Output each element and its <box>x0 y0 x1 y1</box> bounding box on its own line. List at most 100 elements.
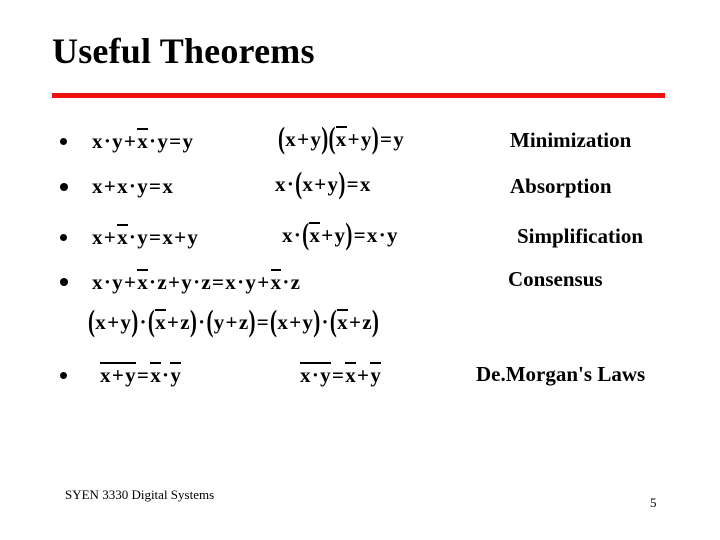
glyph-z: z <box>157 270 167 294</box>
glyph-equals: = <box>256 310 270 334</box>
equation-absorption-sop: x+x·y=x <box>92 174 173 199</box>
glyph-x: x <box>117 174 128 198</box>
glyph-z: z <box>238 310 249 334</box>
glyph-y: y <box>334 223 346 247</box>
bullet-icon <box>60 234 67 241</box>
glyph-x: x <box>100 363 111 387</box>
glyph-rparen: ) <box>321 120 329 156</box>
glyph-plus: + <box>289 310 302 334</box>
glyph-lparen: ( <box>270 303 278 339</box>
glyph-plus: + <box>166 310 180 334</box>
glyph-x-not: x <box>137 128 149 153</box>
slide-canvas: Useful Theorems x·y+x·y=y (x+y)(x+y)=y M… <box>0 0 720 540</box>
glyph-dot: · <box>139 310 147 334</box>
glyph-rparen: ) <box>131 303 139 339</box>
glyph-equals: = <box>380 127 393 151</box>
glyph-rparen: ) <box>371 120 379 156</box>
theorem-label-minimization: Minimization <box>510 128 632 152</box>
glyph-rparen: ) <box>248 303 256 339</box>
glyph-plus: + <box>111 363 125 387</box>
glyph-y: y <box>137 174 149 198</box>
glyph-y: y <box>137 225 149 249</box>
theorem-row-consensus: x·y+x·z+y·z=x·y+x·z Consensus (x+y)·(x+z… <box>0 261 720 351</box>
equation-absorption-pos: x·(x+y)=x <box>275 166 371 201</box>
glyph-x-not: x <box>345 362 357 387</box>
theorem-list: x·y+x·y=y (x+y)(x+y)=y Minimization x+x·… <box>0 112 720 402</box>
equation-demorgan-sop: x+y=x·y <box>100 362 181 388</box>
glyph-plus: + <box>123 129 137 153</box>
glyph-x-not: x <box>337 309 348 334</box>
glyph-x: x <box>162 225 174 249</box>
glyph-x-not: x <box>270 269 282 294</box>
glyph-equals: = <box>136 363 150 387</box>
glyph-plus: + <box>167 270 181 294</box>
glyph-y: y <box>360 127 372 151</box>
glyph-y-not: y <box>370 362 382 387</box>
bullet-icon <box>60 183 68 191</box>
glyph-dot: · <box>103 129 112 153</box>
glyph-y: y <box>245 270 257 294</box>
glyph-plus: + <box>257 270 270 294</box>
bullet-icon <box>60 278 68 286</box>
theorem-row-demorgan: x+y=x·y x·y=x+y De.Morgan's Laws <box>0 352 720 396</box>
glyph-z: z <box>290 270 301 294</box>
glyph-plus: + <box>107 310 120 334</box>
glyph-plus: + <box>103 225 117 249</box>
glyph-lparen: ( <box>206 303 214 339</box>
glyph-lparen: ( <box>329 303 338 339</box>
glyph-x: x <box>366 223 378 247</box>
glyph-dot: · <box>237 270 245 294</box>
glyph-x: x <box>282 223 293 247</box>
glyph-equals: = <box>353 223 366 247</box>
glyph-y: y <box>320 363 331 387</box>
glyph-lparen: ( <box>302 216 310 252</box>
glyph-x-not: x <box>309 222 321 247</box>
glyph-equals: = <box>331 363 345 387</box>
group-x-plus-y-not: x+y <box>100 362 136 388</box>
glyph-plus: + <box>348 310 362 334</box>
glyph-plus: + <box>347 127 360 151</box>
glyph-plus: + <box>123 270 137 294</box>
glyph-plus: + <box>297 127 310 151</box>
theorem-label-consensus: Consensus <box>508 267 603 291</box>
glyph-equals: = <box>149 174 162 198</box>
glyph-rparen: ) <box>338 165 346 201</box>
glyph-x: x <box>359 172 371 196</box>
glyph-dot: · <box>293 223 302 247</box>
glyph-y: y <box>112 270 123 294</box>
glyph-y: y <box>393 127 405 151</box>
glyph-x: x <box>277 310 289 334</box>
glyph-y: y <box>157 129 169 153</box>
bullet-icon <box>60 372 67 379</box>
glyph-equals: = <box>169 129 182 153</box>
equation-simplification-sop: x+x·y=x+y <box>92 224 198 250</box>
theorem-label-simplification: Simplification <box>517 224 644 248</box>
glyph-equals: = <box>346 172 359 196</box>
glyph-x-not: x <box>117 224 128 249</box>
glyph-plus: + <box>321 223 334 247</box>
glyph-x: x <box>162 174 174 198</box>
glyph-dot: · <box>149 270 157 294</box>
glyph-y: y <box>112 129 123 153</box>
glyph-y: y <box>213 310 225 334</box>
glyph-x: x <box>302 172 314 196</box>
glyph-z: z <box>362 310 372 334</box>
glyph-plus: + <box>357 363 370 387</box>
glyph-y: y <box>125 363 136 387</box>
footer-course-label: SYEN 3330 Digital Systems <box>65 487 215 502</box>
glyph-plus: + <box>314 172 327 196</box>
glyph-x: x <box>92 225 103 249</box>
equation-demorgan-pos: x·y=x+y <box>300 362 381 388</box>
glyph-dot: · <box>149 129 157 153</box>
glyph-x-not: x <box>150 362 161 387</box>
glyph-z: z <box>180 310 190 334</box>
glyph-z: z <box>201 270 211 294</box>
theorem-row-simplification: x+x·y=x+y x·(x+y)=x·y Simplification <box>0 216 720 260</box>
theorem-label-demorgan: De.Morgan's Laws <box>476 362 646 386</box>
glyph-dot: · <box>162 363 170 387</box>
theorem-row-minimization: x·y+x·y=y (x+y)(x+y)=y Minimization <box>0 120 720 164</box>
glyph-dot: · <box>128 174 137 198</box>
glyph-dot: · <box>103 270 112 294</box>
glyph-x: x <box>275 172 286 196</box>
glyph-y: y <box>181 270 193 294</box>
